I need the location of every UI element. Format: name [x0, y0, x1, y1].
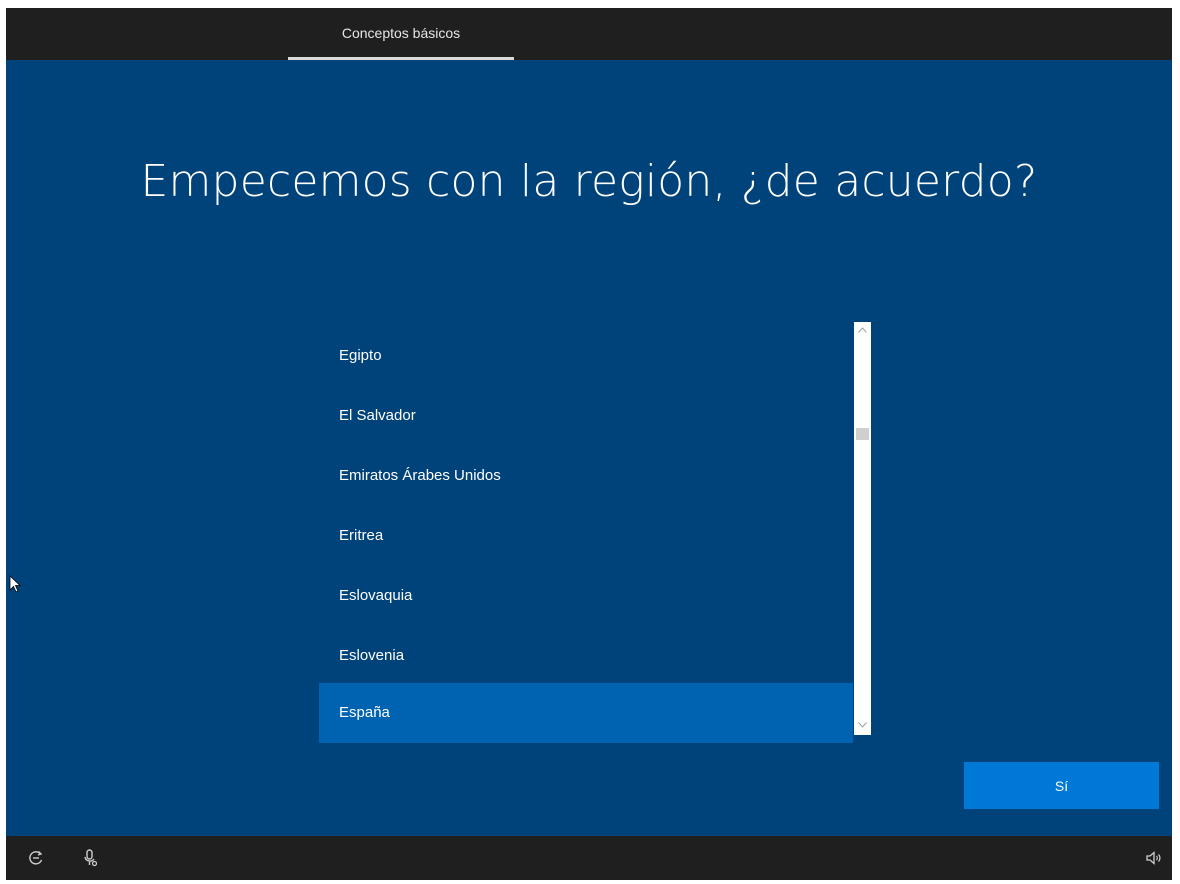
ease-of-access-icon[interactable] — [26, 848, 46, 868]
list-item-eritrea[interactable]: Eritrea — [319, 506, 853, 566]
oobe-screen: Conceptos básicos Empecemos con la regió… — [6, 8, 1172, 880]
scroll-thumb[interactable] — [856, 428, 869, 440]
list-item-eslovenia[interactable]: Eslovenia — [319, 626, 853, 686]
list-item-el-salvador[interactable]: El Salvador — [319, 386, 853, 446]
yes-button[interactable]: Sí — [964, 762, 1159, 809]
region-list[interactable]: Egipto El Salvador Emiratos Árabes Unido… — [319, 318, 872, 743]
list-item-espana-selected[interactable]: España — [319, 683, 853, 743]
bottom-bar — [6, 836, 1172, 880]
mouse-cursor-icon — [9, 575, 23, 595]
scroll-down-arrow-icon[interactable] — [854, 719, 871, 733]
top-bar: Conceptos básicos — [6, 8, 1172, 60]
list-item-label: Eslovaquia — [339, 587, 413, 604]
list-item-label: Emiratos Árabes Unidos — [339, 467, 501, 484]
list-item-label: Egipto — [339, 347, 382, 364]
tab-conceptos-basicos[interactable]: Conceptos básicos — [288, 8, 514, 60]
microphone-icon[interactable] — [80, 848, 100, 868]
page-title: Empecemos con la región, ¿de acuerdo? — [140, 156, 1038, 207]
tab-label: Conceptos básicos — [341, 25, 461, 41]
list-item-label: España — [339, 704, 390, 721]
list-item-emiratos-arabes-unidos[interactable]: Emiratos Árabes Unidos — [319, 446, 853, 506]
list-item-eslovaquia[interactable]: Eslovaquia — [319, 566, 853, 626]
list-item-label: Eslovenia — [339, 647, 405, 664]
tab-underline — [288, 57, 514, 60]
list-item-egipto[interactable]: Egipto — [319, 326, 853, 386]
list-item-label: Eritrea — [339, 527, 384, 544]
scroll-up-arrow-icon[interactable] — [854, 324, 871, 338]
list-item-label: El Salvador — [339, 407, 416, 424]
list-scrollbar[interactable] — [854, 322, 871, 735]
volume-icon[interactable] — [1144, 848, 1164, 868]
